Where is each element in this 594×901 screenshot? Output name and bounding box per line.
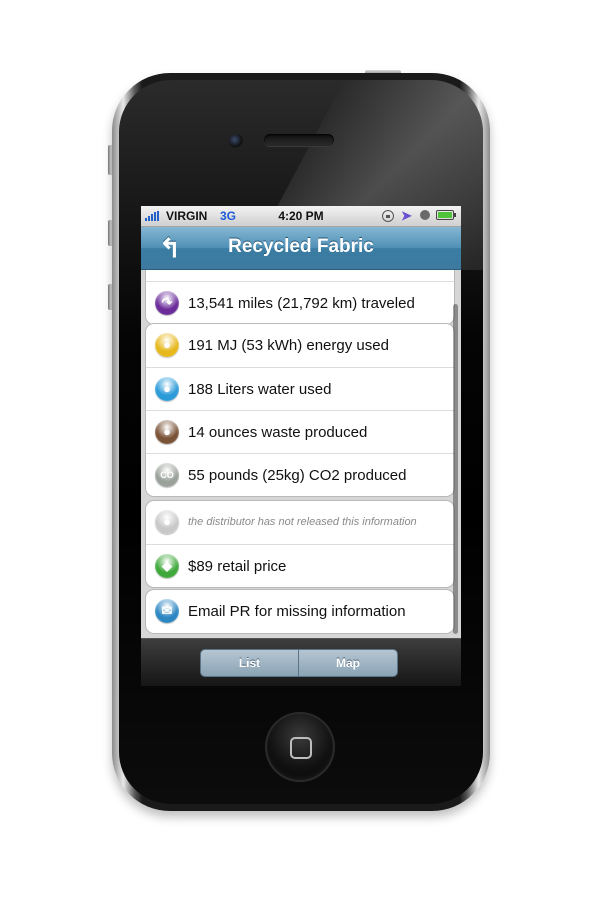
list-item-label: 55 pounds (25kg) CO2 produced bbox=[188, 467, 407, 484]
info-group: ● the distributor has not released this i… bbox=[145, 500, 455, 588]
stats-list[interactable]: ↷ 13,541 miles (21,792 km) traveled ● 191 … bbox=[141, 270, 461, 638]
co2-icon: CO bbox=[155, 463, 179, 487]
earpiece-speaker bbox=[264, 134, 334, 146]
home-button[interactable] bbox=[265, 712, 335, 782]
list-item-label: 13,541 miles (21,792 km) traveled bbox=[188, 295, 415, 312]
lightbulb-icon: ● bbox=[155, 333, 179, 357]
travel-group: ↷ 13,541 miles (21,792 km) traveled bbox=[145, 270, 455, 325]
list-item[interactable]: ✉ Email PR for missing information bbox=[146, 590, 454, 633]
list-item-label: 188 Liters water used bbox=[188, 381, 332, 398]
price-tag-icon: ◆ bbox=[155, 554, 179, 578]
list-item[interactable]: ● 188 Liters water used bbox=[146, 367, 454, 410]
list-item[interactable]: ● 191 MJ (53 kWh) energy used bbox=[146, 324, 454, 367]
bottom-toolbar: List Map bbox=[141, 638, 461, 686]
list-view-button[interactable]: List bbox=[200, 649, 299, 677]
list-item[interactable]: CO 55 pounds (25kg) CO2 produced bbox=[146, 453, 454, 496]
thumbs-icon: ● bbox=[155, 510, 179, 534]
list-item[interactable]: ◆ $89 retail price bbox=[146, 544, 454, 587]
list-item[interactable]: ↷ 13,541 miles (21,792 km) traveled bbox=[146, 281, 454, 324]
alarm-clock-icon bbox=[420, 210, 430, 220]
water-drop-icon: ● bbox=[155, 377, 179, 401]
navigation-bar: ↰ Recycled Fabric bbox=[141, 227, 461, 270]
email-icon: ✉ bbox=[155, 599, 179, 623]
list-item-label: the distributor has not released this in… bbox=[188, 516, 417, 528]
phone-screen: VIRGIN 3G 4:20 PM ➤ ↰ Recycled Fabric ↷ 1… bbox=[141, 206, 461, 686]
list-item[interactable]: ● 14 ounces waste produced bbox=[146, 410, 454, 453]
waste-bag-icon: ● bbox=[155, 420, 179, 444]
status-bar: VIRGIN 3G 4:20 PM ➤ bbox=[141, 206, 461, 227]
list-item-label: 191 MJ (53 kWh) energy used bbox=[188, 337, 389, 354]
map-view-button[interactable]: Map bbox=[299, 649, 398, 677]
page-title: Recycled Fabric bbox=[228, 236, 374, 257]
status-time: 4:20 PM bbox=[278, 209, 324, 223]
location-arrow-icon: ➤ bbox=[401, 208, 412, 223]
front-camera bbox=[229, 134, 243, 148]
lock-rotation-icon bbox=[382, 210, 394, 222]
list-item-label: $89 retail price bbox=[188, 558, 287, 575]
battery-icon bbox=[436, 210, 456, 220]
list-item-label: 14 ounces waste produced bbox=[188, 424, 368, 441]
scrollbar[interactable] bbox=[453, 304, 458, 634]
travel-icon: ↷ bbox=[155, 291, 179, 315]
list-item[interactable]: ● the distributor has not released this i… bbox=[146, 501, 454, 544]
home-square-icon bbox=[290, 737, 312, 759]
scrolled-off-row bbox=[146, 270, 454, 281]
impact-group: ● 191 MJ (53 kWh) energy used ● 188 Liters … bbox=[145, 323, 455, 497]
contact-group: ✉ Email PR for missing information bbox=[145, 589, 455, 634]
list-item-label: Email PR for missing information bbox=[188, 603, 406, 620]
